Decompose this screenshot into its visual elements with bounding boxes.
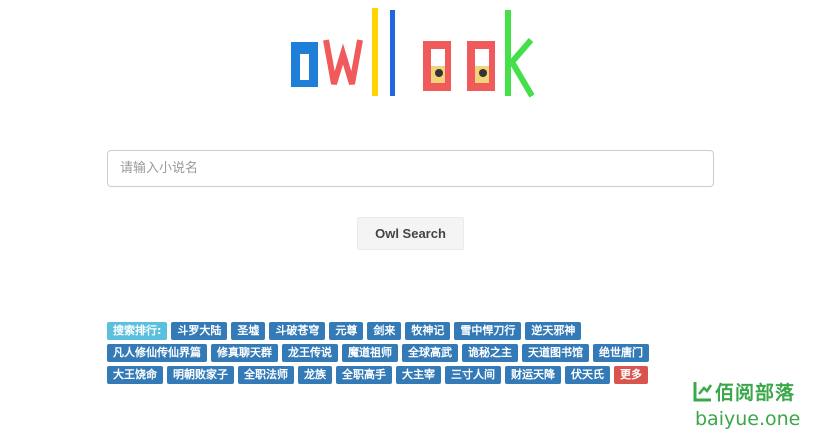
watermark-en: baiyue.one [695, 408, 801, 430]
ranking-row: 大王饶命 明朝败家子 全职法师 龙族 全职高手 大主宰 三寸人间 财运天降 伏天… [107, 366, 707, 384]
ranking-tag[interactable]: 诡秘之主 [462, 344, 518, 362]
ranking-tag[interactable]: 逆天邪神 [525, 322, 582, 340]
ranking-tag[interactable]: 元尊 [329, 322, 364, 340]
ranking-tag[interactable]: 凡人修仙传仙界篇 [107, 344, 207, 362]
ranking-tag[interactable]: 伏天氏 [565, 366, 610, 384]
owllook-logo [284, 4, 535, 100]
ranking-tag[interactable]: 圣墟 [231, 322, 266, 340]
ranking-tag[interactable]: 大王饶命 [107, 366, 163, 384]
ranking-row: 搜索排行: 斗罗大陆 圣墟 斗破苍穹 元尊 剑来 牧神记 雪中悍刀行 逆天邪神 [107, 322, 707, 340]
ranking-label: 搜索排行: [107, 322, 168, 340]
ranking-tag[interactable]: 大主宰 [396, 366, 441, 384]
ranking-tag[interactable]: 全职法师 [238, 366, 294, 384]
owl-search-button[interactable]: Owl Search [357, 217, 464, 250]
ranking-tag[interactable]: 牧神记 [405, 322, 451, 340]
ranking-tag[interactable]: 雪中悍刀行 [454, 322, 522, 340]
ranking-tag[interactable]: 龙王传说 [282, 344, 338, 362]
search-input[interactable] [107, 150, 714, 187]
ranking-tag[interactable]: 全职高手 [336, 366, 392, 384]
ranking-tag[interactable]: 明朝败家子 [167, 366, 234, 384]
ranking-tag[interactable]: 魔道祖师 [342, 344, 398, 362]
search-ranking: 搜索排行: 斗罗大陆 圣墟 斗破苍穹 元尊 剑来 牧神记 雪中悍刀行 逆天邪神 … [107, 322, 707, 388]
ranking-tag[interactable]: 龙族 [298, 366, 332, 384]
ranking-tag[interactable]: 斗罗大陆 [171, 322, 228, 340]
ranking-tag[interactable]: 天道图书馆 [522, 344, 589, 362]
more-button[interactable]: 更多 [614, 366, 648, 384]
watermark-cn: 佰阅部落 [715, 382, 796, 404]
watermark: 佰阅部落 baiyue.one [693, 376, 813, 436]
ranking-row: 凡人修仙传仙界篇 修真聊天群 龙王传说 魔道祖师 全球高武 诡秘之主 天道图书馆… [107, 344, 707, 362]
watermark-logo-icon [693, 382, 713, 402]
ranking-tag[interactable]: 修真聊天群 [211, 344, 278, 362]
logo-graphic [291, 8, 535, 98]
ranking-tag[interactable]: 财运天降 [505, 366, 561, 384]
ranking-tag[interactable]: 绝世唐门 [593, 344, 649, 362]
ranking-tag[interactable]: 剑来 [367, 322, 402, 340]
ranking-tag[interactable]: 三寸人间 [445, 366, 501, 384]
ranking-tag[interactable]: 斗破苍穹 [269, 322, 326, 340]
ranking-tag[interactable]: 全球高武 [402, 344, 458, 362]
